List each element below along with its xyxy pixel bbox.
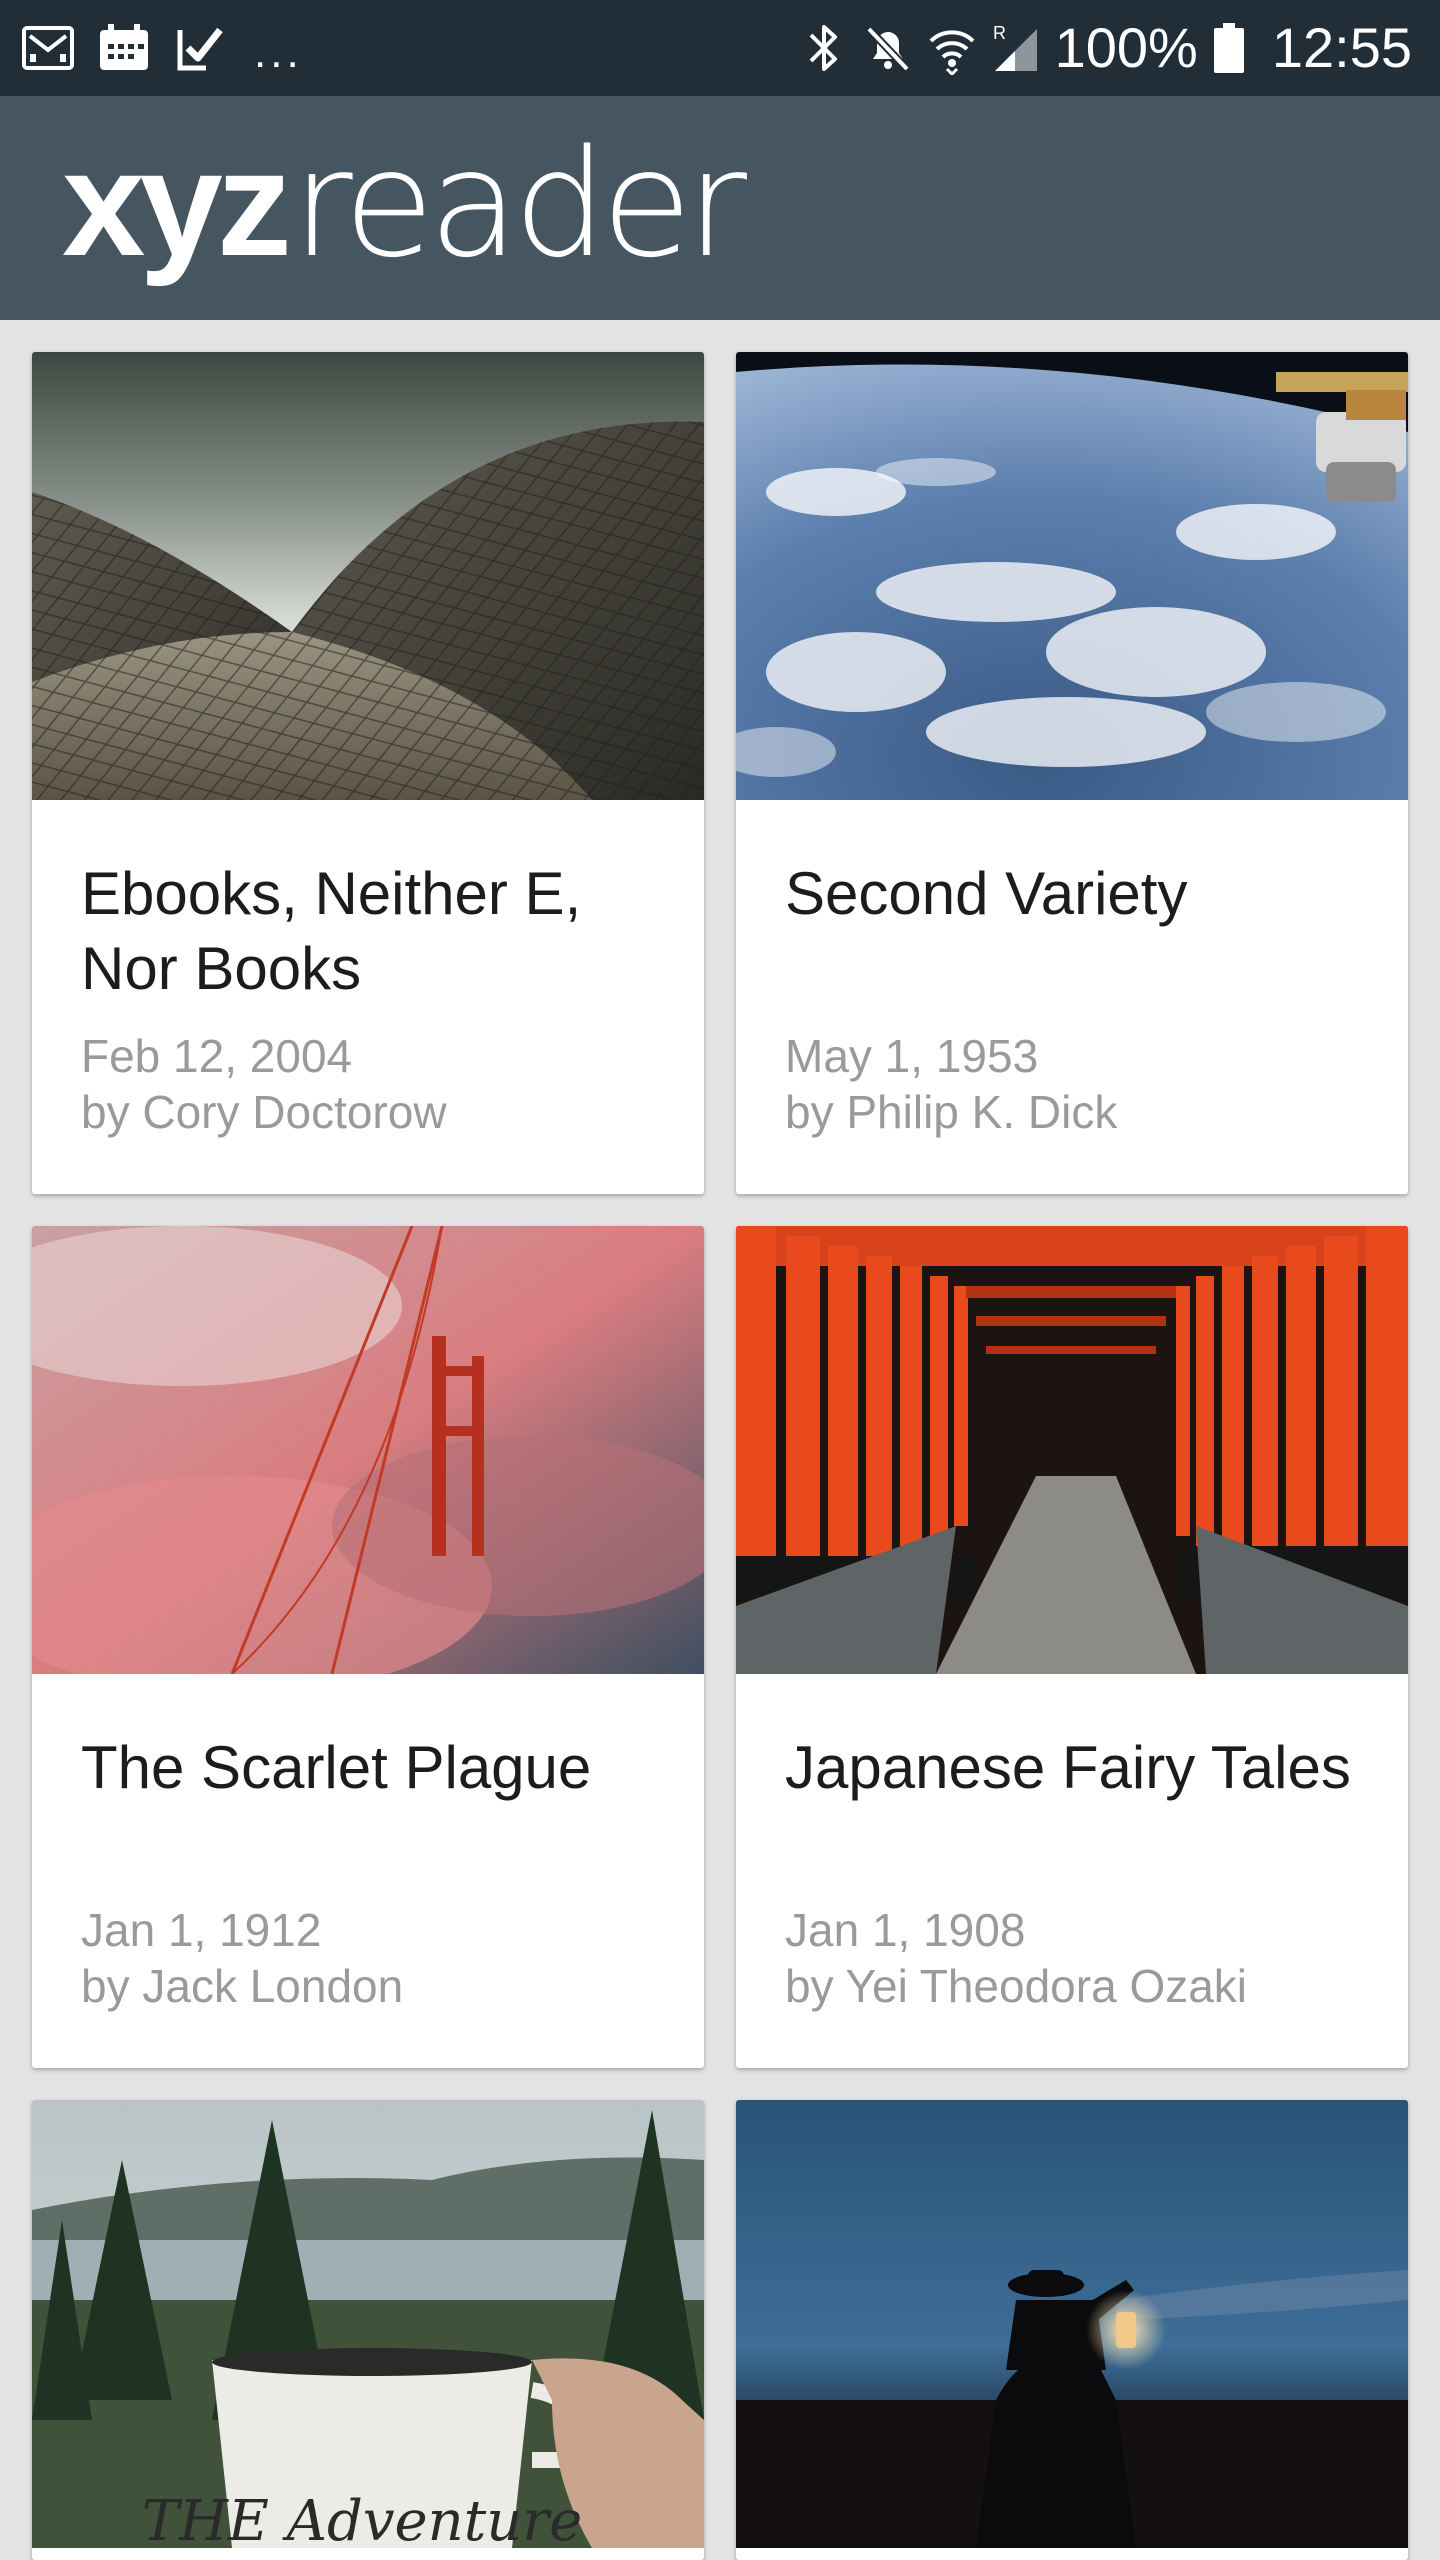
tasks-check-icon (172, 20, 228, 76)
torii-gates-path-photo (736, 1226, 1408, 1674)
app-logo: xyz reader (62, 118, 747, 298)
earth-from-space-photo (736, 352, 1408, 800)
logo-light-text: reader (291, 118, 747, 290)
status-bar: ... R 100% 12:55 (0, 0, 1440, 96)
article-date: Jan 1, 1912 (81, 1904, 322, 1956)
article-card[interactable] (736, 2100, 1408, 2560)
article-card[interactable]: Second Variety May 1, 1953 by Philip K. … (736, 352, 1408, 1194)
svg-text:R: R (993, 23, 1006, 43)
lake-forest-mug-photo: THE Adventure (32, 2100, 704, 2548)
card-body: Ebooks, Neither E, Nor Books Feb 12, 200… (32, 800, 704, 1194)
card-body: The Scarlet Plague Jan 1, 1912 by Jack L… (32, 1674, 704, 2068)
article-card[interactable]: The Scarlet Plague Jan 1, 1912 by Jack L… (32, 1226, 704, 2068)
article-card[interactable]: Japanese Fairy Tales Jan 1, 1908 by Yei … (736, 1226, 1408, 2068)
app-bar: xyz reader (0, 96, 1440, 320)
article-author: by Philip K. Dick (785, 1086, 1118, 1138)
calendar-icon (96, 20, 152, 76)
status-right-icons: R 100% 12:55 (799, 14, 1412, 82)
article-date: May 1, 1953 (785, 1030, 1039, 1082)
battery-percentage: 100% (1054, 16, 1198, 79)
mug-text: THE Adventure (142, 2489, 582, 2548)
article-title: Ebooks, Neither E, Nor Books (81, 860, 582, 1002)
notification-overflow: ... (254, 28, 303, 77)
article-title: Japanese Fairy Tales (785, 1734, 1351, 1801)
card-body: Second Variety May 1, 1953 by Philip K. … (736, 800, 1408, 1194)
mute-icon (863, 21, 913, 75)
article-title: Second Variety (785, 860, 1188, 927)
article-title: The Scarlet Plague (81, 1734, 592, 1801)
night-rider-lantern-photo (736, 2100, 1408, 2548)
status-left-icons: ... (20, 18, 303, 78)
article-author: by Jack London (81, 1960, 404, 2012)
wifi-icon (927, 21, 977, 77)
card-body: Japanese Fairy Tales Jan 1, 1908 by Yei … (736, 1674, 1408, 2068)
article-date: Jan 1, 1908 (785, 1904, 1026, 1956)
article-card[interactable]: Ebooks, Neither E, Nor Books Feb 12, 200… (32, 352, 704, 1194)
article-author: by Yei Theodora Ozaki (785, 1960, 1248, 2012)
clock: 12:55 (1271, 16, 1412, 79)
article-card[interactable]: THE Adventure (32, 2100, 704, 2560)
article-date: Feb 12, 2004 (81, 1030, 353, 1082)
logo-bold-text: xyz (62, 119, 292, 287)
golden-gate-bridge-fog-photo (32, 1226, 704, 1674)
gmail-icon (20, 20, 76, 76)
opera-house-roof-photo (32, 352, 704, 800)
bluetooth-icon (799, 21, 849, 75)
battery-icon (1212, 21, 1246, 75)
article-author: by Cory Doctorow (81, 1086, 447, 1138)
signal-icon: R (991, 21, 1041, 75)
